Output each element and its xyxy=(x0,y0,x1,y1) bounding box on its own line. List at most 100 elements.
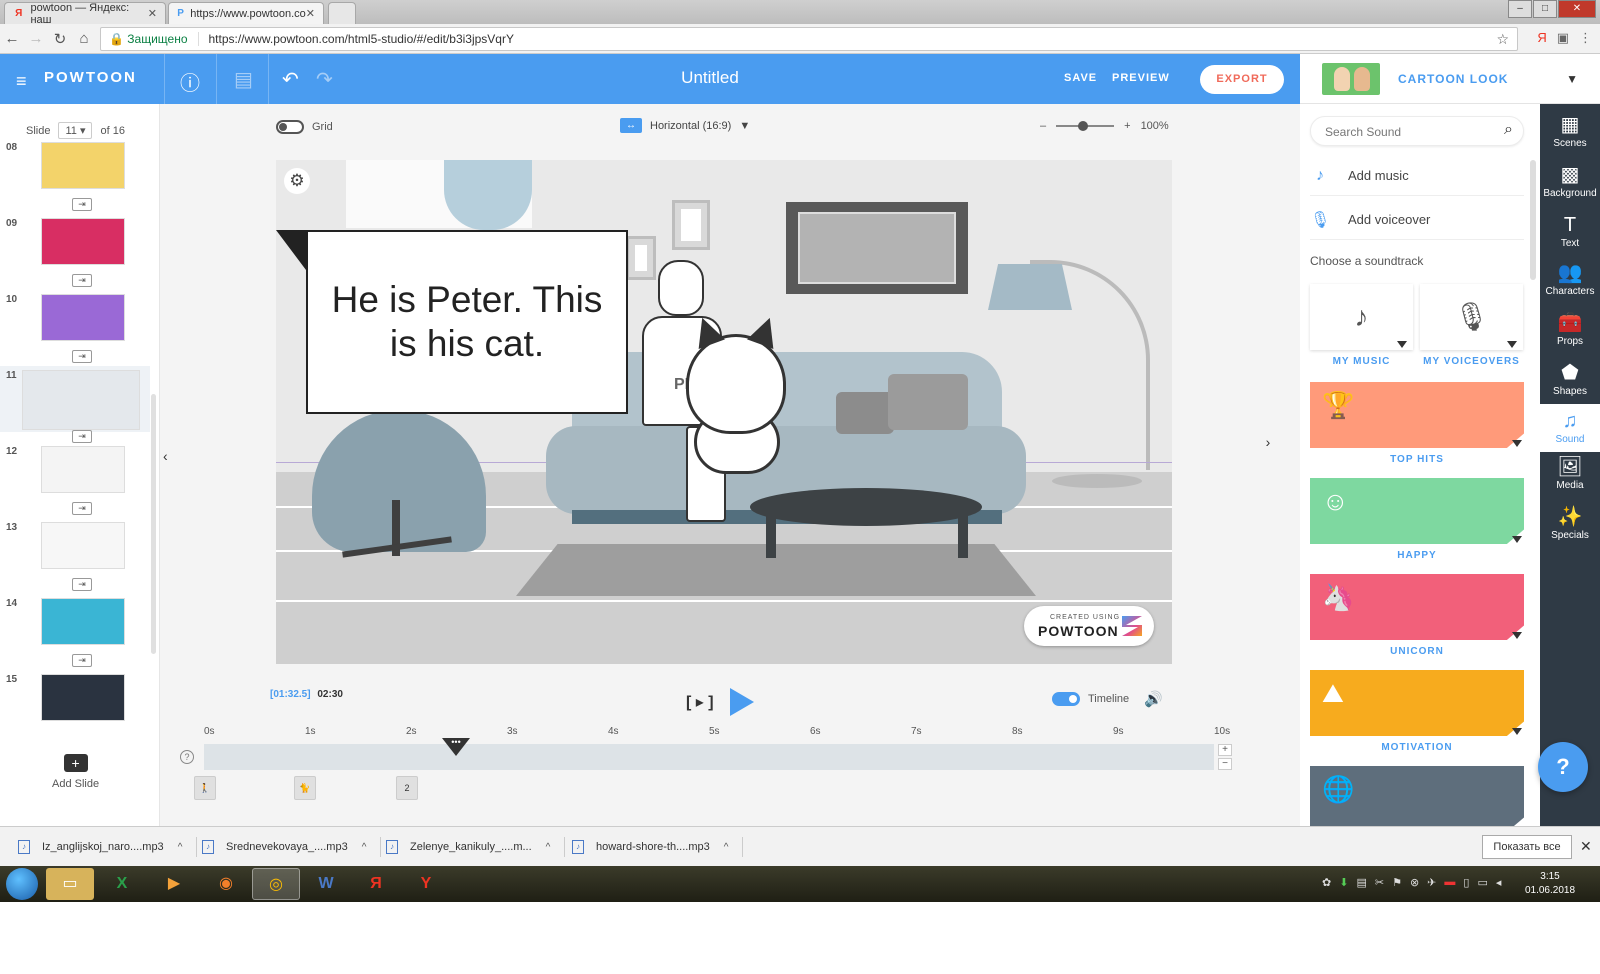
slide-transition-icon[interactable]: ⇥ xyxy=(72,502,92,515)
media-player-icon[interactable]: ▶ xyxy=(150,868,198,900)
add-voiceover-button[interactable]: 🎙 Add voiceover xyxy=(1310,200,1524,240)
zoom-out-button[interactable]: – xyxy=(1040,120,1046,132)
my-voiceovers-card[interactable]: 🎙 xyxy=(1420,284,1523,350)
soundtrack-genre-card[interactable]: 🌐 xyxy=(1310,766,1524,826)
search-sound-input[interactable]: Search Sound ⌕ xyxy=(1310,116,1524,146)
back-icon[interactable]: ← xyxy=(0,30,24,47)
timeline-object-character[interactable]: 🚶 xyxy=(194,776,216,800)
slide-thumbnail-item[interactable]: 15 xyxy=(0,674,150,724)
play-icon[interactable] xyxy=(729,688,754,716)
toolbar-sound[interactable]: ♫ Sound xyxy=(1540,404,1600,452)
forward-icon[interactable]: → xyxy=(24,30,48,47)
speech-bubble-text[interactable]: He is Peter. This is his cat. xyxy=(318,278,616,367)
search-icon[interactable]: ⌕ xyxy=(1504,121,1513,139)
tray-icon[interactable]: ▤ xyxy=(1356,876,1366,889)
download-item[interactable]: ♪ Zelenye_kanikuly_....m... ^ xyxy=(386,837,566,857)
slide-transition-icon[interactable]: ⇥ xyxy=(72,578,92,591)
add-music-button[interactable]: ♪ Add music xyxy=(1310,156,1524,196)
slide-preview[interactable] xyxy=(41,142,125,189)
browser-tab-yandex[interactable]: Я powtoon — Яндекс: наш ✕ xyxy=(4,2,166,26)
add-slide-button[interactable]: + Add Slide xyxy=(52,754,99,790)
download-item[interactable]: ♪ Srednevekovaya_....mp3 ^ xyxy=(202,837,382,857)
slide-thumbnail-item[interactable]: 10 xyxy=(0,294,150,344)
save-button[interactable]: SAVE xyxy=(1064,72,1097,84)
slide-thumbnail-item[interactable]: 08 xyxy=(0,142,150,192)
slide-transition-icon[interactable]: ⇥ xyxy=(72,654,92,667)
chevron-up-icon[interactable]: ^ xyxy=(362,842,367,853)
chevron-up-icon[interactable]: ^ xyxy=(724,842,729,853)
soundtrack-genre-card[interactable]: 🦄 xyxy=(1310,574,1524,640)
toolbar-characters[interactable]: 👥 Characters xyxy=(1540,256,1600,304)
slide-preview[interactable] xyxy=(41,598,125,645)
aspect-ratio-select[interactable]: ↔ Horizontal (16:9) ▼ xyxy=(620,118,750,133)
timeline-switch[interactable] xyxy=(1052,692,1080,706)
slide-preview[interactable] xyxy=(41,674,125,721)
slide-preview[interactable] xyxy=(22,370,140,430)
zoom-slider[interactable] xyxy=(1056,121,1115,131)
yandex-extension-icon[interactable]: Я xyxy=(1537,30,1546,46)
toolbar-text[interactable]: T Text xyxy=(1540,208,1600,256)
tray-icon[interactable]: ✈ xyxy=(1427,876,1436,889)
word-icon[interactable]: W xyxy=(302,868,350,900)
chevron-down-icon[interactable]: ▼ xyxy=(1566,72,1578,86)
my-music-card[interactable]: ♪ xyxy=(1310,284,1413,350)
tray-icon[interactable]: ✿ xyxy=(1322,876,1331,889)
grid-toggle[interactable]: Grid xyxy=(276,120,333,134)
tray-keyboard-icon[interactable]: ▬ xyxy=(1444,876,1455,889)
excel-icon[interactable]: X xyxy=(98,868,146,900)
yandex-icon[interactable]: Я xyxy=(352,868,400,900)
reload-icon[interactable]: ↻ xyxy=(48,30,72,48)
explorer-icon[interactable]: ▭ xyxy=(46,868,94,900)
redo-icon[interactable]: ↷ xyxy=(316,67,333,92)
speech-bubble[interactable]: He is Peter. This is his cat. xyxy=(306,230,628,414)
toolbar-specials[interactable]: ✨ Specials xyxy=(1540,500,1600,548)
chevron-right-icon[interactable]: › xyxy=(1262,434,1274,458)
timeline-track[interactable] xyxy=(204,744,1214,770)
slide-thumbnail-item[interactable]: 13 xyxy=(0,522,150,572)
close-window-icon[interactable]: ✕ xyxy=(1558,0,1596,18)
minimize-icon[interactable]: – xyxy=(1508,0,1532,18)
slide-transition-icon[interactable]: ⇥ xyxy=(72,274,92,287)
tray-icon[interactable]: ✂ xyxy=(1375,876,1384,889)
volume-icon[interactable]: 🔊 xyxy=(1144,690,1163,708)
close-icon[interactable]: ✕ xyxy=(1580,838,1592,855)
sound-panel-scrollbar[interactable] xyxy=(1530,160,1536,280)
soundtrack-genre-card[interactable]: ☺ xyxy=(1310,478,1524,544)
gear-icon[interactable]: ⚙ xyxy=(284,168,310,194)
soundtrack-genre-card[interactable]: 🏆 xyxy=(1310,382,1524,448)
undo-icon[interactable]: ↶ xyxy=(282,67,299,92)
zoom-handle[interactable] xyxy=(1078,121,1089,131)
soundtrack-genre-card[interactable]: ⛰ xyxy=(1310,670,1524,736)
document-title[interactable]: Untitled xyxy=(640,68,780,88)
toolbar-scenes[interactable]: ▦ Scenes xyxy=(1540,108,1600,156)
slides-scrollbar[interactable] xyxy=(151,394,156,654)
chrome-icon[interactable]: ◎ xyxy=(252,868,300,900)
toolbar-background[interactable]: ▩ Background xyxy=(1540,158,1600,206)
tab-close-icon[interactable]: ✕ xyxy=(148,7,157,20)
tab-close-icon[interactable]: ✕ xyxy=(306,7,315,20)
slide-select[interactable]: 11 ▾ xyxy=(58,122,93,139)
slide-transition-icon[interactable]: ⇥ xyxy=(72,430,92,443)
slide-thumbnail-item[interactable]: 11 xyxy=(0,366,150,432)
cast-extension-icon[interactable]: ▣ xyxy=(1557,30,1569,46)
url-input[interactable]: 🔒 Защищено https://www.powtoon.com/html5… xyxy=(100,27,1518,51)
help-question-icon[interactable]: ⓘ xyxy=(180,67,200,96)
chevron-down-icon[interactable] xyxy=(1507,341,1517,348)
toolbar-media[interactable]: 🖼 Media xyxy=(1540,450,1600,498)
chevron-down-icon[interactable] xyxy=(1512,632,1522,639)
bookmark-star-icon[interactable]: ☆ xyxy=(1496,31,1509,48)
play-segment-button[interactable]: [ ▸ ] xyxy=(686,692,714,712)
slide-stage[interactable]: PR He is Peter. This is his cat. CREATED… xyxy=(276,160,1172,664)
zoom-in-button[interactable]: + xyxy=(1124,120,1130,132)
toolbar-shapes[interactable]: ⬟ Shapes xyxy=(1540,356,1600,404)
chevron-down-icon[interactable] xyxy=(1397,341,1407,348)
download-item[interactable]: ♪ Iz_anglijskoj_naro....mp3 ^ xyxy=(18,837,198,857)
grid-switch[interactable] xyxy=(276,120,304,134)
slide-preview[interactable] xyxy=(41,446,125,493)
style-selector[interactable]: CARTOON LOOK ▼ xyxy=(1300,54,1600,104)
tray-volume-icon[interactable]: ◂ xyxy=(1496,876,1502,889)
slide-thumbnail-item[interactable]: 14 xyxy=(0,598,150,648)
help-button[interactable]: ? xyxy=(1538,742,1588,792)
chevron-left-icon[interactable]: ‹ xyxy=(163,448,168,464)
chevron-down-icon[interactable] xyxy=(1512,728,1522,735)
